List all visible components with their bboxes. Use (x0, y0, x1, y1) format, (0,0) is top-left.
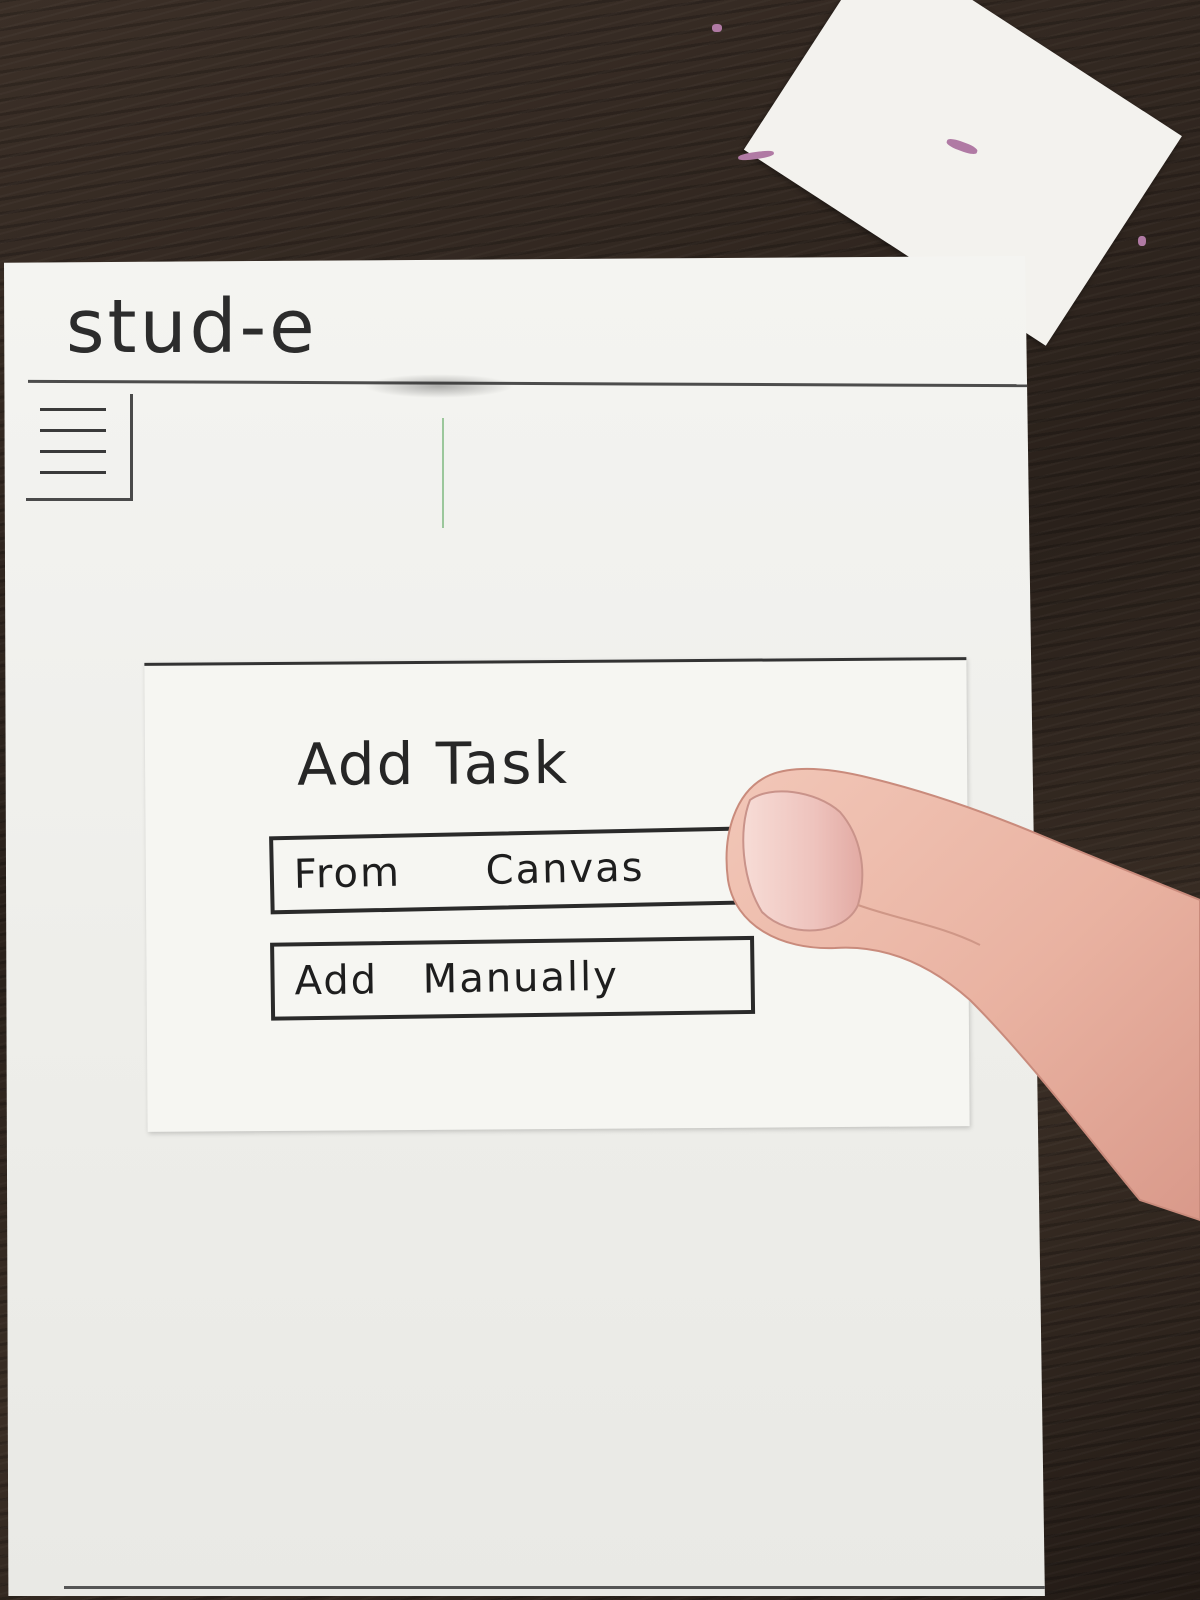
add-task-dialog: Add Task From Canvas Add Manually (144, 657, 970, 1132)
add-manually-button[interactable]: Add Manually (270, 935, 756, 1021)
dialog-title: Add Task (296, 728, 570, 799)
from-canvas-button[interactable]: From Canvas (269, 826, 755, 915)
eraser-crumb (1138, 236, 1146, 246)
bottom-edge-line (64, 1586, 1045, 1589)
pencil-smudge (364, 374, 514, 398)
menu-button[interactable] (26, 394, 133, 501)
header-divider (27, 379, 1029, 388)
eraser-crumb (712, 24, 722, 32)
stray-pencil-mark (442, 418, 444, 528)
hamburger-menu-icon (40, 408, 106, 478)
app-title: stud-e (66, 284, 318, 370)
phone-screen: stud-e Add Task From Canvas Add Manually (4, 256, 1045, 1596)
